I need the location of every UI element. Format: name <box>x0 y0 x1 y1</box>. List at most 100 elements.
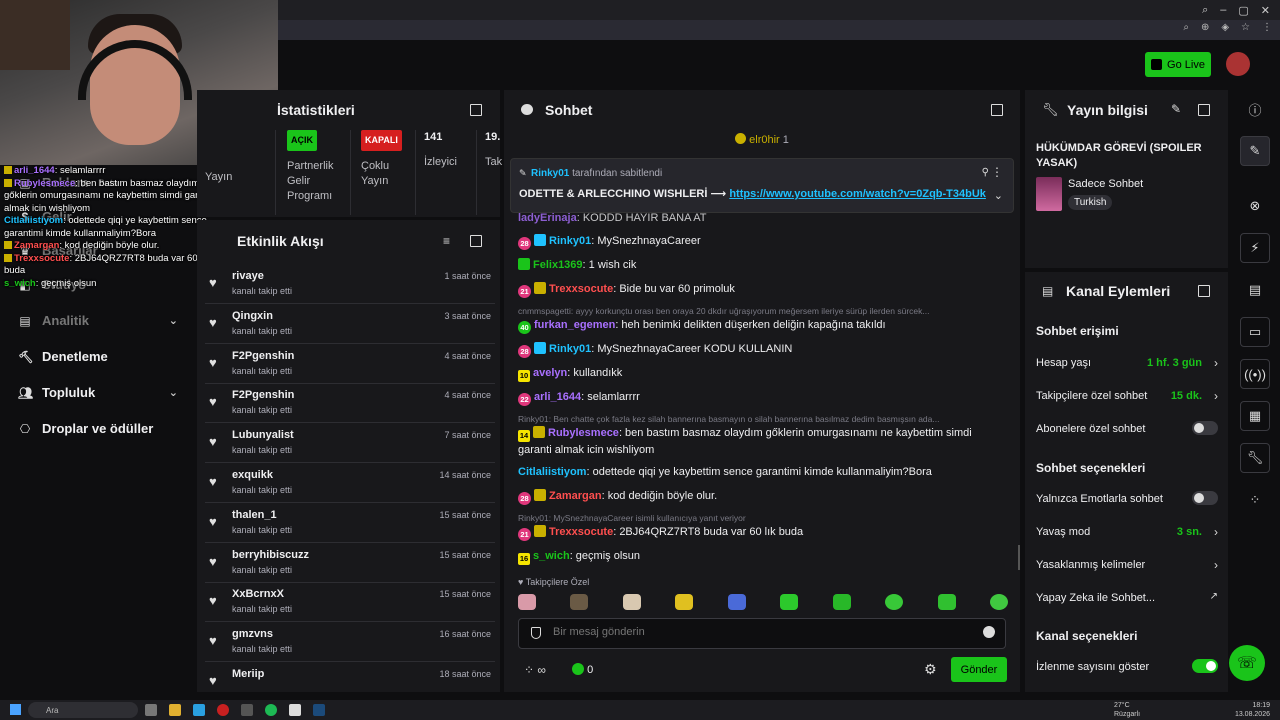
popout-icon[interactable] <box>991 104 1003 116</box>
shield-icon[interactable]: ⊗ <box>1240 191 1270 221</box>
list-item[interactable]: ♥ thalen_1 kanalı takip etti 15 saat önce <box>205 505 495 543</box>
translate-icon[interactable]: ⊕ <box>1201 22 1209 33</box>
popout-icon[interactable] <box>1198 285 1210 297</box>
list-item[interactable]: ♥ Qingxin kanalı takip etti 3 saat önce <box>205 306 495 344</box>
clipboard-icon[interactable]: ▤ <box>1240 275 1270 305</box>
pinned-link[interactable]: https://www.youtube.com/watch?v=0Zqb-T34… <box>729 188 986 200</box>
subs-chat-toggle[interactable] <box>1192 421 1218 435</box>
list-item[interactable]: ♥ Lubunyalist kanalı takip etti 7 saat önce <box>205 425 495 464</box>
follower-name[interactable]: Qingxin <box>232 310 273 322</box>
more-icon[interactable]: ⋮ <box>991 165 1003 179</box>
follower-name[interactable]: Meriip <box>232 668 264 680</box>
category-name[interactable]: Sadece Sohbet <box>1068 178 1143 190</box>
edge-icon[interactable] <box>193 704 205 716</box>
slow-mode-option[interactable]: Yavaş mod 3 sn. › <box>1036 525 1218 539</box>
followers-chat-option[interactable]: Takipçilere özel sohbet 15 dk. › <box>1036 389 1218 403</box>
taskbar-search[interactable]: Ara <box>28 702 138 718</box>
follower-name[interactable]: exquikk <box>232 469 273 481</box>
chat-icon[interactable]: ▭ <box>1240 317 1270 347</box>
sidebar-item-moderation[interactable]: 🔨︎ Denetleme <box>18 349 178 364</box>
opera-icon[interactable] <box>217 704 229 716</box>
info-icon[interactable]: ⓘ <box>1240 94 1270 124</box>
task-view-icon[interactable] <box>145 704 157 716</box>
edit-icon[interactable]: ✎ <box>1171 102 1181 116</box>
follower-name[interactable]: Lubunyalist <box>232 429 294 441</box>
emote-icon[interactable] <box>622 594 641 610</box>
list-item[interactable]: ♥ F2Pgenshin kanalı takip etti 4 saat önce <box>205 385 495 424</box>
windows-start-icon[interactable] <box>10 704 21 715</box>
folder-icon[interactable] <box>169 704 181 716</box>
broadcast-icon[interactable]: ((•)) <box>1240 359 1270 389</box>
emote-icon[interactable] <box>675 594 694 610</box>
ai-chat-option[interactable]: Yapay Zeka ile Sohbet... ↗ <box>1036 591 1218 604</box>
emoji-icon[interactable] <box>983 626 995 638</box>
emote-icon[interactable] <box>570 594 589 610</box>
sidebar-item-drops[interactable]: ⎔ Droplar ve ödüller <box>18 421 178 436</box>
account-age-option[interactable]: Hesap yaşı 1 hf. 3 gün › <box>1036 356 1218 370</box>
popout-icon[interactable] <box>470 235 482 247</box>
emote-icon[interactable] <box>885 594 904 610</box>
clock[interactable]: 18:19 13.08.2026 <box>1235 701 1270 719</box>
steam-icon[interactable] <box>313 704 325 716</box>
settings-icon[interactable]: ⚙ <box>924 661 937 678</box>
search-icon[interactable]: ⌕ <box>1202 4 1208 17</box>
spotify-icon[interactable] <box>265 704 277 716</box>
follower-name[interactable]: berryhibiscuzz <box>232 549 309 561</box>
banned-words-option[interactable]: Yasaklanmış kelimeler › <box>1036 558 1218 572</box>
emote-icon[interactable] <box>518 594 536 610</box>
emote-icon[interactable] <box>989 594 1008 610</box>
follower-name[interactable]: F2Pgenshin <box>232 389 294 401</box>
file-icon[interactable] <box>289 704 301 716</box>
unpin-icon[interactable]: ⚲ <box>982 167 989 178</box>
extension-icon[interactable]: ◈ <box>1221 22 1229 33</box>
follower-name[interactable]: thalen_1 <box>232 509 277 521</box>
chat-input[interactable] <box>553 626 953 638</box>
weather-widget[interactable]: 27°C Rüzgarlı <box>1114 701 1140 719</box>
emote-icon[interactable] <box>727 594 746 610</box>
sidebar-item-community[interactable]: 👥︎ Topluluk ⌄ <box>18 385 178 400</box>
popout-icon[interactable] <box>1198 104 1210 116</box>
emote-icon[interactable] <box>780 594 799 610</box>
go-live-label: Go Live <box>1167 58 1205 71</box>
emote-only-toggle[interactable] <box>1192 491 1218 505</box>
list-item[interactable]: ♥ Meriip 18 saat önce <box>205 664 495 702</box>
close-icon[interactable]: ✕ <box>1261 4 1270 17</box>
list-item[interactable]: ♥ rivaye kanalı takip etti 1 saat önce <box>205 266 495 304</box>
layout-icon[interactable]: ▦ <box>1240 401 1270 431</box>
minimize-icon[interactable]: – <box>1220 4 1226 17</box>
list-item[interactable]: ♥ XxBcrnxX kanalı takip etti 15 saat önce <box>205 584 495 623</box>
help-icon[interactable]: ☏ <box>1229 645 1265 681</box>
maximize-icon[interactable]: ▢ <box>1238 4 1248 17</box>
list-item[interactable]: ♥ F2Pgenshin kanalı takip etti 4 saat önce <box>205 346 495 384</box>
popout-icon[interactable] <box>470 104 482 116</box>
filter-icon[interactable]: ≡ <box>443 234 450 248</box>
menu-icon[interactable]: ⋮ <box>1262 22 1272 33</box>
channel-points[interactable]: ⁘ ∞ <box>524 663 546 677</box>
chevron-down-icon[interactable]: ⌄ <box>994 189 1003 202</box>
shield-icon[interactable] <box>531 627 541 639</box>
language-tag[interactable]: Turkish <box>1068 195 1113 210</box>
edit-icon[interactable]: ✎ <box>1240 136 1270 166</box>
list-item[interactable]: ♥ berryhibiscuzz kanalı takip etti 15 saat … <box>205 545 495 583</box>
zoom-icon[interactable]: ⌕ <box>1183 22 1189 33</box>
follower-name[interactable]: gmzvns <box>232 628 273 640</box>
lightning-icon[interactable]: ⚡︎ <box>1240 233 1270 263</box>
follower-name[interactable]: rivaye <box>232 270 264 282</box>
kick-points[interactable]: 0 <box>572 663 593 676</box>
emote-icon[interactable] <box>832 594 851 610</box>
wrench-icon[interactable]: 🔧︎ <box>1240 443 1270 473</box>
follower-name[interactable]: XxBcrnxX <box>232 588 284 600</box>
follower-name[interactable]: F2Pgenshin <box>232 350 294 362</box>
sidebar-item-analytics[interactable]: ▤ Analitik ⌄ <box>18 313 178 328</box>
points-icon[interactable]: ⁘ <box>1240 485 1270 515</box>
avatar[interactable] <box>1226 52 1250 76</box>
show-views-toggle[interactable] <box>1192 659 1218 673</box>
emote-icon[interactable] <box>937 594 956 610</box>
send-button[interactable]: Gönder <box>951 657 1007 682</box>
scrollbar[interactable] <box>1018 545 1020 570</box>
list-item[interactable]: ♥ gmzvns kanalı takip etti 16 saat önce <box>205 624 495 663</box>
app-icon[interactable] <box>241 704 253 716</box>
go-live-button[interactable]: Go Live <box>1145 52 1211 77</box>
list-item[interactable]: ♥ exquikk kanalı takip etti 14 saat önce <box>205 465 495 503</box>
star-icon[interactable]: ☆ <box>1241 22 1250 33</box>
